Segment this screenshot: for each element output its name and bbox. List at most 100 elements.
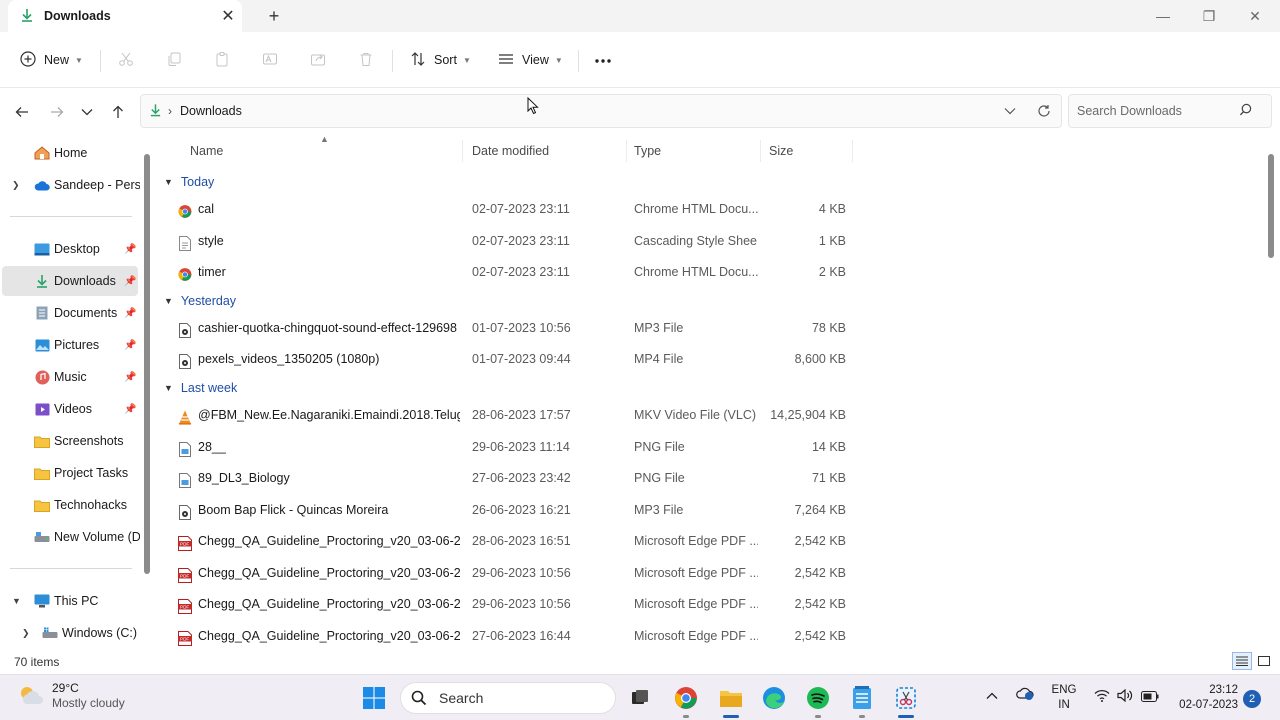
sidebar-item-onedrive[interactable]: ❯ Sandeep - Perso <box>2 170 140 200</box>
tab-downloads[interactable]: Downloads ✕ <box>8 0 242 32</box>
region-code: IN <box>1058 699 1070 711</box>
sidebar-item-this-pc[interactable]: ▼ This PC <box>2 586 138 616</box>
sidebar-item-screenshots[interactable]: Screenshots <box>2 426 138 456</box>
taskbar-search[interactable]: Search <box>400 682 616 714</box>
share-button[interactable] <box>310 46 326 74</box>
file-row[interactable]: PDF Chegg_QA_Guideline_Proctoring_v20_03-… <box>170 528 860 556</box>
sidebar-item-label: Screenshots <box>54 434 124 448</box>
more-options-button[interactable] <box>594 46 612 74</box>
navigation-pane: Home ❯ Sandeep - Perso Desktop 📌 Downloa… <box>0 134 150 648</box>
file-row[interactable]: 89_DL3_Biology 27-06-2023 23:42 PNG File 71… <box>170 465 860 493</box>
sidebar-item-windows-c[interactable]: ❯ Windows (C:) <box>2 618 138 648</box>
file-row[interactable]: PDF Chegg_QA_Guideline_Proctoring_v20_03-… <box>170 623 860 648</box>
column-divider[interactable] <box>462 140 463 162</box>
snipping-tool-taskbar-button[interactable] <box>890 682 922 714</box>
sidebar-item-downloads[interactable]: Downloads 📌 <box>2 266 138 296</box>
tiles-view-button[interactable] <box>1254 652 1274 670</box>
column-header-type[interactable]: Type <box>634 140 661 162</box>
file-row[interactable]: 28__ 29-06-2023 11:14 PNG File 14 KB <box>170 434 860 462</box>
sidebar-scrollbar[interactable] <box>144 154 150 574</box>
column-header-name[interactable]: Name <box>190 140 223 162</box>
wifi-icon[interactable] <box>1094 689 1110 705</box>
divider <box>100 50 101 72</box>
group-header-last-week[interactable]: ▼ Last week <box>164 378 237 398</box>
sidebar-item-videos[interactable]: Videos 📌 <box>2 394 138 424</box>
sort-button[interactable]: Sort ▼ <box>410 46 471 74</box>
copy-button[interactable] <box>166 46 182 74</box>
close-tab-icon[interactable]: ✕ <box>214 2 242 30</box>
file-row[interactable]: PDF Chegg_QA_Guideline_Proctoring_v20_03-… <box>170 560 860 588</box>
notification-badge[interactable]: 2 <box>1243 690 1261 708</box>
sidebar-item-new-volume[interactable]: New Volume (D: <box>2 522 140 552</box>
file-size: 2,542 KB <box>794 534 846 548</box>
volume-icon[interactable] <box>1117 688 1133 705</box>
file-row[interactable]: PDF Chegg_QA_Guideline_Proctoring_v20_03-… <box>170 591 860 619</box>
file-size: 2,542 KB <box>794 629 846 643</box>
rename-button[interactable] <box>262 46 278 74</box>
chevron-up-icon[interactable] <box>986 688 998 703</box>
start-button[interactable] <box>358 682 390 714</box>
file-date-modified: 01-07-2023 09:44 <box>472 352 571 366</box>
refresh-button[interactable] <box>1030 97 1058 125</box>
search-input[interactable] <box>1069 104 1239 118</box>
sidebar-item-project-tasks[interactable]: Project Tasks <box>2 458 138 488</box>
file-explorer-taskbar-button[interactable] <box>715 682 747 714</box>
file-row[interactable]: @FBM_New.Ee.Nagaraniki.Emaindi.2018.Telu… <box>170 402 860 430</box>
system-clock[interactable]: 23:12 02-07-2023 <box>1172 683 1238 713</box>
edge-taskbar-button[interactable] <box>758 682 790 714</box>
recent-locations-button[interactable] <box>73 98 101 126</box>
group-header-today[interactable]: ▼ Today <box>164 172 214 192</box>
view-button[interactable]: View ▼ <box>498 46 563 74</box>
chrome-taskbar-button[interactable] <box>670 682 702 714</box>
file-row[interactable]: cashier-quotka-chingquot-sound-effect-12… <box>170 315 860 343</box>
sidebar-item-home[interactable]: Home <box>2 138 138 168</box>
column-divider[interactable] <box>626 140 627 162</box>
close-window-button[interactable]: ✕ <box>1232 0 1278 32</box>
chevron-right-icon[interactable]: ❯ <box>22 628 32 639</box>
onedrive-tray-icon[interactable] <box>1016 685 1036 704</box>
sidebar-item-pictures[interactable]: Pictures 📌 <box>2 330 138 360</box>
new-button[interactable]: New ▼ <box>20 46 83 74</box>
address-history-dropdown[interactable] <box>996 97 1024 125</box>
breadcrumb-downloads[interactable]: Downloads <box>180 104 242 118</box>
maximize-button[interactable]: ❐ <box>1186 0 1232 32</box>
sidebar-item-documents[interactable]: Documents 📌 <box>2 298 138 328</box>
file-type: Microsoft Edge PDF ... <box>634 566 758 580</box>
battery-icon[interactable] <box>1141 690 1159 705</box>
search-box[interactable] <box>1068 94 1272 128</box>
new-tab-button[interactable]: + <box>260 2 288 30</box>
back-button[interactable] <box>8 98 36 126</box>
delete-button[interactable] <box>358 46 374 74</box>
sidebar-item-desktop[interactable]: Desktop 📌 <box>2 234 138 264</box>
minimize-button[interactable]: — <box>1140 0 1186 32</box>
file-row[interactable]: style 02-07-2023 23:11 Cascading Style She… <box>170 228 860 256</box>
forward-button[interactable] <box>43 98 71 126</box>
file-row[interactable]: pexels_videos_1350205 (1080p) 01-07-2023 … <box>170 346 860 374</box>
column-header-size[interactable]: Size <box>769 140 793 162</box>
task-view-button[interactable] <box>624 682 656 714</box>
file-row[interactable]: cal 02-07-2023 23:11 Chrome HTML Docu... 4 … <box>170 196 860 224</box>
address-bar[interactable]: › Downloads <box>140 94 1062 128</box>
language-indicator[interactable]: ENG IN <box>1050 683 1078 713</box>
column-divider[interactable] <box>760 140 761 162</box>
notepad-taskbar-button[interactable] <box>846 682 878 714</box>
weather-widget[interactable]: 29°C Mostly cloudy <box>18 681 125 711</box>
cut-button[interactable] <box>118 46 134 74</box>
column-header-date[interactable]: Date modified <box>472 140 549 162</box>
sidebar-item-music[interactable]: Music 📌 <box>2 362 138 392</box>
pin-icon: 📌 <box>124 339 137 351</box>
file-row[interactable]: timer 02-07-2023 23:11 Chrome HTML Docu...… <box>170 259 860 287</box>
file-list-scrollbar[interactable] <box>1268 154 1274 258</box>
group-header-yesterday[interactable]: ▼ Yesterday <box>164 291 236 311</box>
file-row[interactable]: Boom Bap Flick - Quincas Moreira 26-06-20… <box>170 497 860 525</box>
chevron-down-icon[interactable]: ▼ <box>12 596 22 606</box>
column-divider[interactable] <box>852 140 853 162</box>
spotify-taskbar-button[interactable] <box>802 682 834 714</box>
sidebar-item-technohacks[interactable]: Technohacks <box>2 490 138 520</box>
cloud-icon <box>34 178 50 192</box>
up-button[interactable] <box>104 98 132 126</box>
paste-button[interactable] <box>214 46 230 74</box>
details-view-button[interactable] <box>1232 652 1252 670</box>
file-type: Chrome HTML Docu... <box>634 265 758 279</box>
chevron-right-icon[interactable]: ❯ <box>12 180 22 191</box>
